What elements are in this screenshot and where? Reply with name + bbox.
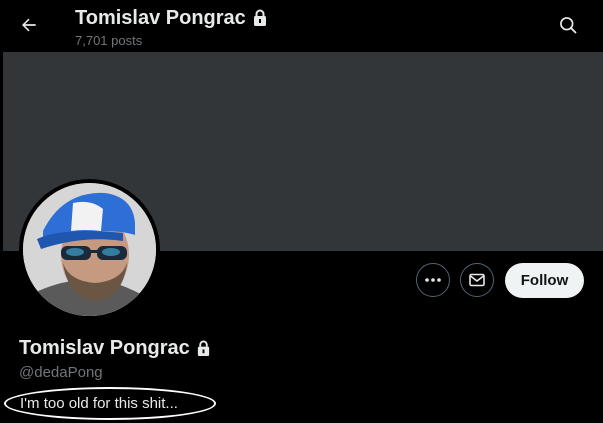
- header-title: Tomislav Pongrac: [75, 7, 246, 29]
- arrow-left-icon: [22, 18, 36, 32]
- profile-handle: @dedaPong: [19, 364, 103, 381]
- header-title-group: Tomislav Pongrac 7,701 posts: [75, 6, 268, 48]
- search-icon: [560, 17, 577, 34]
- posts-count: 7,701 posts: [75, 33, 143, 48]
- avatar-image: [23, 183, 156, 316]
- message-button[interactable]: [460, 263, 494, 297]
- profile-header: Tomislav Pongrac 7,701 posts: [0, 0, 603, 52]
- more-button[interactable]: [416, 263, 450, 297]
- avatar[interactable]: [23, 183, 156, 316]
- follow-button[interactable]: Follow: [505, 263, 584, 298]
- search-button[interactable]: [553, 10, 583, 40]
- profile-bio: I'm too old for this shit...: [20, 395, 178, 412]
- profile-name: Tomislav Pongrac: [19, 337, 190, 359]
- lock-icon: [253, 9, 266, 26]
- more-horizontal-icon: [425, 278, 441, 282]
- lock-icon: [197, 340, 209, 356]
- envelope-icon: [469, 273, 485, 287]
- back-button[interactable]: [12, 8, 46, 42]
- profile-name-row: Tomislav Pongrac: [19, 337, 211, 360]
